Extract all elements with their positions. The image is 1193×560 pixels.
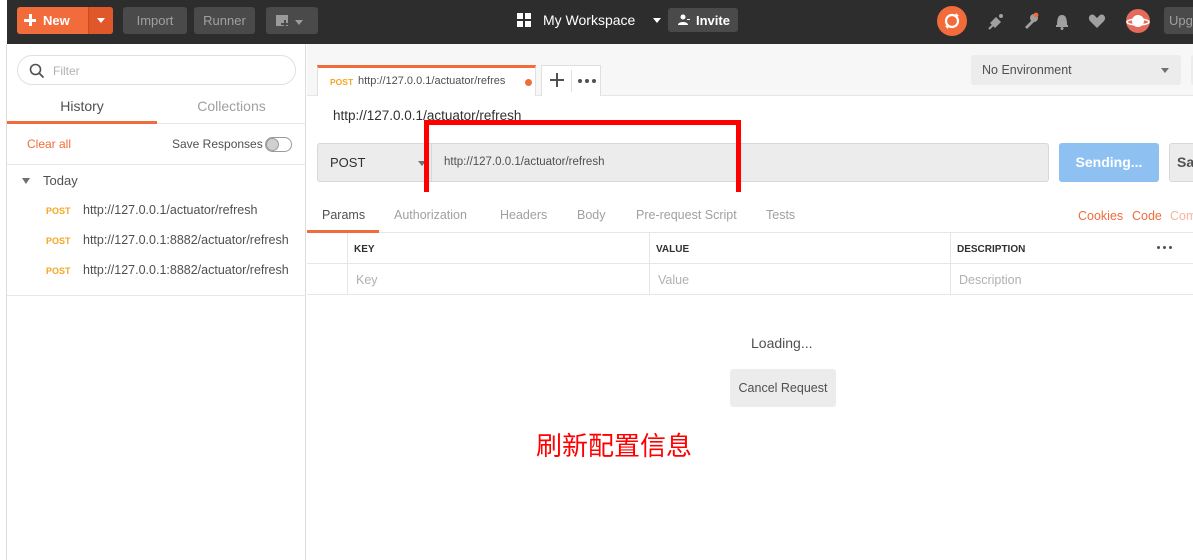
sidebar-tabs: History Collections bbox=[7, 94, 306, 124]
value-placeholder: Value bbox=[658, 273, 690, 287]
comments-link[interactable]: Comments bbox=[1170, 209, 1193, 223]
tab-history[interactable]: History bbox=[7, 94, 157, 124]
sidebar: Filter History Collections Clear all Sav… bbox=[7, 44, 306, 560]
sync-icon[interactable] bbox=[937, 6, 967, 36]
tab-actions bbox=[541, 65, 601, 96]
method-badge: POST bbox=[46, 206, 71, 216]
divider bbox=[7, 295, 306, 296]
annotation-highlight-box bbox=[424, 120, 741, 197]
request-tab[interactable]: POST http://127.0.0.1/actuator/refres bbox=[317, 65, 536, 96]
description-input[interactable]: Description bbox=[950, 264, 1193, 294]
column-header-key: KEY bbox=[354, 244, 375, 255]
add-tab-icon[interactable] bbox=[550, 73, 564, 87]
method-badge: POST bbox=[330, 77, 354, 87]
satellite-icon[interactable] bbox=[987, 11, 1007, 31]
request-subtabs: Params Authorization Headers Body Pre-re… bbox=[307, 192, 1193, 233]
search-icon bbox=[29, 63, 45, 79]
clear-all-link[interactable]: Clear all bbox=[27, 137, 71, 151]
tab-body[interactable]: Body bbox=[577, 208, 606, 222]
top-bar: New Import Runner My Workspace Invite Up… bbox=[7, 0, 1193, 44]
chevron-down-icon bbox=[653, 18, 661, 23]
description-placeholder: Description bbox=[959, 273, 1022, 287]
cancel-request-button[interactable]: Cancel Request bbox=[730, 369, 836, 407]
history-item[interactable]: POST http://127.0.0.1:8882/actuator/refr… bbox=[7, 225, 306, 255]
more-icon[interactable] bbox=[1157, 246, 1173, 250]
history-url: http://127.0.0.1:8882/actuator/refresh bbox=[83, 263, 289, 277]
table-row: Key Value Description bbox=[307, 264, 1193, 295]
import-button[interactable]: Import bbox=[123, 7, 187, 34]
more-icon[interactable] bbox=[578, 79, 598, 83]
save-responses-label: Save Responses bbox=[172, 137, 263, 151]
new-window-icon bbox=[276, 15, 303, 28]
params-table: KEY VALUE DESCRIPTION Key Value Descript… bbox=[307, 233, 1193, 296]
url-bar: POST http://127.0.0.1/actuator/refresh S… bbox=[307, 120, 1193, 197]
annotation-caption: 刷新配置信息 bbox=[536, 432, 693, 462]
invite-button[interactable]: Invite bbox=[668, 8, 738, 32]
wrench-icon[interactable] bbox=[1021, 11, 1041, 31]
new-button[interactable]: New bbox=[17, 7, 113, 34]
tab-collections[interactable]: Collections bbox=[157, 94, 306, 124]
new-dropdown-chevron-icon[interactable] bbox=[88, 7, 113, 34]
value-input[interactable]: Value bbox=[649, 264, 950, 294]
table-header-row: KEY VALUE DESCRIPTION bbox=[307, 233, 1193, 264]
tab-authorization[interactable]: Authorization bbox=[394, 208, 467, 222]
invite-label: Invite bbox=[696, 13, 730, 28]
history-item[interactable]: POST http://127.0.0.1/actuator/refresh bbox=[7, 195, 306, 225]
workspace-grid-icon bbox=[517, 13, 531, 27]
chevron-down-icon[interactable] bbox=[22, 178, 30, 184]
filter-placeholder: Filter bbox=[53, 64, 80, 78]
environment-select[interactable]: No Environment bbox=[971, 55, 1181, 85]
divider bbox=[7, 164, 306, 165]
method-label: POST bbox=[330, 155, 366, 170]
column-header-description: DESCRIPTION bbox=[957, 244, 1026, 255]
method-badge: POST bbox=[46, 236, 71, 246]
runner-button[interactable]: Runner bbox=[194, 7, 255, 34]
key-input[interactable]: Key bbox=[347, 264, 649, 294]
new-button-label: New bbox=[43, 13, 70, 28]
environment-label: No Environment bbox=[982, 63, 1072, 77]
plus-icon bbox=[21, 11, 39, 29]
request-tab-title: http://127.0.0.1/actuator/refres bbox=[358, 75, 506, 87]
new-window-button[interactable] bbox=[266, 7, 318, 34]
cookies-link[interactable]: Cookies bbox=[1078, 209, 1123, 223]
key-placeholder: Key bbox=[356, 273, 378, 287]
chevron-down-icon bbox=[1161, 68, 1169, 73]
workspace-label: My Workspace bbox=[543, 12, 636, 28]
heart-icon[interactable] bbox=[1087, 11, 1107, 31]
tab-headers[interactable]: Headers bbox=[500, 208, 547, 222]
save-button[interactable]: Save bbox=[1169, 143, 1193, 182]
method-select[interactable]: POST bbox=[317, 143, 432, 182]
history-group-today[interactable]: Today bbox=[43, 173, 78, 188]
tab-pre-request-script[interactable]: Pre-request Script bbox=[636, 208, 737, 222]
avatar[interactable] bbox=[1126, 9, 1150, 33]
upgrade-button[interactable]: Upgrade bbox=[1164, 7, 1193, 34]
request-tab-strip: POST http://127.0.0.1/actuator/refres No… bbox=[307, 44, 1193, 96]
bell-icon[interactable] bbox=[1052, 11, 1072, 31]
filter-input[interactable]: Filter bbox=[17, 55, 296, 85]
send-button[interactable]: Sending... bbox=[1059, 143, 1159, 182]
history-url: http://127.0.0.1/actuator/refresh bbox=[83, 203, 258, 217]
tab-params[interactable]: Params bbox=[322, 208, 365, 222]
code-link[interactable]: Code bbox=[1132, 209, 1162, 223]
save-responses-toggle[interactable] bbox=[265, 137, 292, 152]
column-header-value: VALUE bbox=[656, 244, 690, 255]
add-person-icon bbox=[678, 14, 690, 25]
request-panel: POST http://127.0.0.1/actuator/refres No… bbox=[307, 44, 1193, 560]
method-badge: POST bbox=[46, 266, 71, 276]
tab-tests[interactable]: Tests bbox=[766, 208, 795, 222]
history-url: http://127.0.0.1:8882/actuator/refresh bbox=[83, 233, 289, 247]
unsaved-dot-icon bbox=[525, 79, 532, 86]
history-item[interactable]: POST http://127.0.0.1:8882/actuator/refr… bbox=[7, 255, 306, 285]
loading-text: Loading... bbox=[751, 335, 813, 351]
